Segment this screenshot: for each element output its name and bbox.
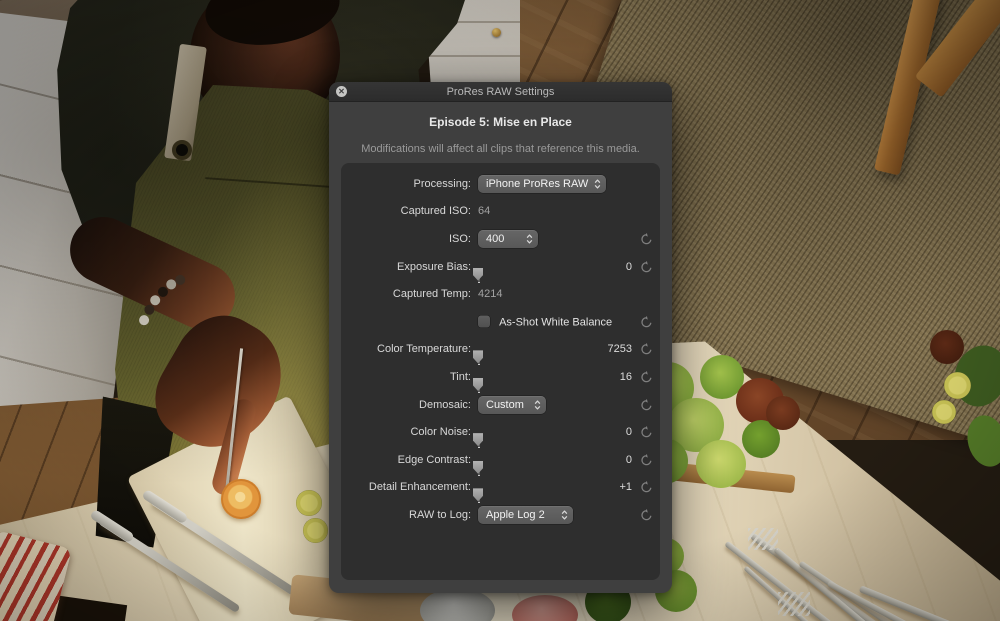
photo-cucumber-slice (932, 400, 956, 424)
iso-label: ISO: (341, 233, 471, 245)
captured-iso-label: Captured ISO: (341, 205, 471, 217)
photo-orange-half (221, 479, 261, 519)
popup-updown-chevrons-icon (594, 178, 601, 190)
raw-to-log-popup[interactable]: Apple Log 2 (478, 506, 573, 524)
tint-label: Tint: (341, 371, 471, 383)
detail-enhancement-label: Detail Enhancement: (341, 481, 471, 493)
reset-undo-icon (640, 260, 653, 273)
color-temperature-reset-button[interactable] (640, 343, 653, 356)
tint-reset-button[interactable] (640, 370, 653, 383)
color-noise-value: 0 (586, 426, 632, 438)
photo-apron-grommet (172, 140, 192, 160)
exposure-bias-reset-button[interactable] (640, 260, 653, 273)
row-color-temperature: Color Temperature: 7253 (341, 336, 660, 364)
slider-thumb[interactable] (473, 350, 483, 363)
photo-cabinet-knob (492, 28, 501, 37)
exposure-bias-value: 0 (586, 261, 632, 273)
white-balance-reset-button[interactable] (640, 315, 653, 328)
close-icon[interactable]: ✕ (336, 86, 347, 97)
demosaic-label: Demosaic: (341, 399, 471, 411)
row-as-shot-white-balance: As-Shot White Balance (341, 308, 660, 336)
reset-undo-icon (640, 453, 653, 466)
edge-contrast-label: Edge Contrast: (341, 454, 471, 466)
clip-name-heading: Episode 5: Mise en Place (329, 115, 672, 129)
edge-contrast-value: 0 (586, 454, 632, 466)
raw-to-log-popup-value: Apple Log 2 (486, 509, 545, 521)
photo-fork-tines (778, 592, 810, 616)
popup-updown-chevrons-icon (526, 233, 533, 245)
photo-red-lettuce-leaf (930, 330, 964, 364)
photo-cucumber-slice (296, 490, 322, 516)
row-edge-contrast: Edge Contrast: 0 (341, 446, 660, 474)
popup-updown-chevrons-icon (534, 399, 541, 411)
edge-contrast-reset-button[interactable] (640, 453, 653, 466)
reset-undo-icon (640, 426, 653, 439)
as-shot-white-balance-label: As-Shot White Balance (499, 316, 612, 328)
slider-thumb[interactable] (473, 433, 483, 446)
photo-red-lettuce-leaf (766, 396, 800, 430)
color-noise-label: Color Noise: (341, 426, 471, 438)
slider-thumb[interactable] (473, 488, 483, 501)
dialog-title: ProRes RAW Settings (447, 86, 555, 98)
row-demosaic: Demosaic: Custom (341, 391, 660, 419)
iso-reset-button[interactable] (640, 232, 653, 245)
demosaic-popup[interactable]: Custom (478, 396, 546, 414)
photo-cucumber-slice (944, 372, 971, 399)
exposure-bias-label: Exposure Bias: (341, 261, 471, 273)
popup-updown-chevrons-icon (561, 509, 568, 521)
dialog-titlebar: ✕ ProRes RAW Settings (329, 82, 672, 102)
settings-panel: Processing: iPhone ProRes RAW Captured I… (341, 163, 660, 580)
captured-temp-label: Captured Temp: (341, 288, 471, 300)
reset-undo-icon (640, 481, 653, 494)
processing-popup-value: iPhone ProRes RAW (486, 178, 588, 190)
color-temperature-label: Color Temperature: (341, 343, 471, 355)
row-tint: Tint: 16 (341, 363, 660, 391)
detail-enhancement-reset-button[interactable] (640, 481, 653, 494)
reset-undo-icon (640, 315, 653, 328)
row-exposure-bias: Exposure Bias: 0 (341, 253, 660, 281)
slider-thumb[interactable] (473, 378, 483, 391)
demosaic-popup-value: Custom (486, 399, 524, 411)
slider-thumb[interactable] (473, 268, 483, 281)
captured-temp-value: 4214 (478, 288, 502, 300)
iso-popup[interactable]: 400 (478, 230, 538, 248)
tint-value: 16 (586, 371, 632, 383)
screen: ✕ ProRes RAW Settings Episode 5: Mise en… (0, 0, 1000, 621)
reset-undo-icon (640, 508, 653, 521)
color-noise-reset-button[interactable] (640, 426, 653, 439)
row-color-noise: Color Noise: 0 (341, 418, 660, 446)
reset-undo-icon (640, 343, 653, 356)
photo-cucumber-slice (303, 518, 328, 543)
slider-thumb[interactable] (473, 461, 483, 474)
row-iso: ISO: 400 (341, 225, 660, 253)
row-captured-iso: Captured ISO: 64 (341, 198, 660, 226)
color-temperature-value: 7253 (586, 343, 632, 355)
processing-popup[interactable]: iPhone ProRes RAW (478, 175, 606, 193)
reset-undo-icon (640, 370, 653, 383)
photo-lettuce-leaf (696, 440, 746, 488)
reset-undo-icon (640, 398, 653, 411)
raw-to-log-reset-button[interactable] (640, 508, 653, 521)
demosaic-reset-button[interactable] (640, 398, 653, 411)
reset-undo-icon (640, 232, 653, 245)
processing-label: Processing: (341, 178, 471, 190)
row-detail-enhancement: Detail Enhancement: +1 (341, 474, 660, 502)
captured-iso-value: 64 (478, 205, 490, 217)
as-shot-white-balance-checkbox[interactable] (478, 315, 490, 327)
prores-raw-settings-dialog: ✕ ProRes RAW Settings Episode 5: Mise en… (329, 82, 672, 593)
photo-fork-tines (748, 528, 778, 550)
row-raw-to-log: RAW to Log: Apple Log 2 (341, 501, 660, 529)
dialog-subtitle: Modifications will affect all clips that… (329, 143, 672, 155)
iso-popup-value: 400 (486, 233, 504, 245)
row-captured-temp: Captured Temp: 4214 (341, 280, 660, 308)
detail-enhancement-value: +1 (586, 481, 632, 493)
raw-to-log-label: RAW to Log: (341, 509, 471, 521)
row-processing: Processing: iPhone ProRes RAW (341, 170, 660, 198)
